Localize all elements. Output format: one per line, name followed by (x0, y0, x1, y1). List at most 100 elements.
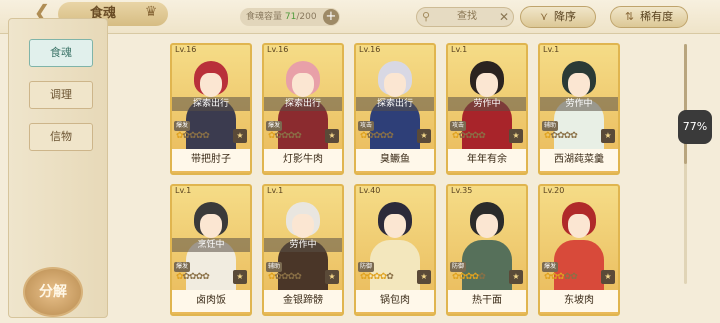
card-level: Lv.40 (359, 186, 381, 195)
card-level: Lv.35 (451, 186, 473, 195)
food-soul-card[interactable]: Lv.16 探索出行 爆发 ✿✿✿✿✿ ★ 灯影牛肉 (262, 43, 344, 175)
zoom-badge: 77% (678, 110, 712, 144)
star-icon: ✿ (294, 131, 301, 141)
star-rating: ✿✿✿✿✿ (544, 272, 578, 284)
card-status: 劳作中 (264, 238, 342, 252)
sort-arrows-icon: ⇅ (624, 10, 635, 23)
card-grid: Lv.16 探索出行 爆发 ✿✿✿✿✿ ★ 带把肘子 Lv.16 探索出行 爆发 ✿✿✿✿✿ ★ 灯影… (112, 34, 712, 323)
crown-icon[interactable]: ♛ (140, 4, 162, 22)
portrait-face (568, 73, 590, 97)
food-soul-card[interactable]: Lv.1 劳作中辅助 ✿✿✿✿✿ ★ 金银蹄髈 (262, 184, 344, 316)
element-badge: 辅助 (266, 262, 282, 272)
card-status: 烹饪中 (172, 238, 250, 252)
food-soul-card[interactable]: Lv.1 烹饪中 爆发 ✿✿✿✿✿ ★ 卤肉饭 (170, 184, 252, 316)
filter-icon: ⋎ (539, 10, 549, 23)
star-icon: ✿ (386, 131, 393, 141)
star-icon: ✿ (478, 272, 485, 282)
rarity-icon: ★ (417, 129, 431, 143)
sort-order-button[interactable]: ⋎ 降序 (520, 6, 596, 28)
star-icon: ✿ (294, 272, 301, 282)
food-soul-card[interactable]: Lv.40 防御 ✿✿✿✿✿ ★ 锅包肉 (354, 184, 436, 316)
portrait-body (370, 240, 420, 292)
tab-tokens[interactable]: 信物 (29, 123, 93, 151)
sort-order-label: 降序 (554, 10, 577, 23)
element-badge: 攻击 (450, 121, 466, 131)
star-rating: ✿✿✿✿✿ (360, 272, 394, 284)
rarity-icon: ★ (233, 129, 247, 143)
rarity-icon: ★ (509, 129, 523, 143)
card-name: 年年有余 (448, 149, 526, 171)
element-badge: 攻击 (358, 121, 374, 131)
card-name: 金银蹄髈 (264, 290, 342, 312)
card-name: 带把肘子 (172, 149, 250, 171)
food-soul-card[interactable]: Lv.16 探索出行 攻击 ✿✿✿✿✿ ★ 臭鳜鱼 (354, 43, 436, 175)
card-status: 劳作中 (448, 97, 526, 111)
card-level: Lv.1 (451, 45, 468, 54)
card-name: 灯影牛肉 (264, 149, 342, 171)
star-icon: ✿ (570, 131, 577, 141)
tab-seasoning[interactable]: 调理 (29, 81, 93, 109)
card-status: 劳作中 (540, 97, 618, 111)
element-badge: 爆发 (174, 121, 190, 131)
card-name: 西湖莼菜羹 (540, 149, 618, 171)
card-name: 臭鳜鱼 (356, 149, 434, 171)
portrait-face (568, 214, 590, 238)
card-level: Lv.16 (175, 45, 197, 54)
star-icon: ✿ (202, 131, 209, 141)
portrait-face (476, 214, 498, 238)
food-soul-card[interactable]: Lv.16 探索出行 爆发 ✿✿✿✿✿ ★ 带把肘子 (170, 43, 252, 175)
sort-rarity-button[interactable]: ⇅ 稀有度 (610, 6, 688, 28)
food-soul-card[interactable]: Lv.1 劳作中 辅助 ✿✿✿✿✿ ★ 西湖莼菜羹 (538, 43, 620, 175)
star-icon: ✿ (478, 131, 485, 141)
star-rating: ✿✿✿✿✿ (360, 131, 394, 143)
food-soul-card[interactable]: Lv.1 劳作中攻击 ✿✿✿✿✿ ★ 年年有余 (446, 43, 528, 175)
portrait-body (462, 240, 512, 292)
card-level: Lv.1 (267, 186, 284, 195)
tab-food-souls[interactable]: 食魂 (29, 39, 93, 67)
portrait-face (200, 214, 222, 238)
decompose-button[interactable]: 分解 (23, 267, 83, 317)
capacity-add-button[interactable]: + (323, 9, 339, 25)
portrait-body (554, 240, 604, 292)
portrait-face (292, 73, 314, 97)
star-rating: ✿✿✿✿✿ (544, 131, 578, 143)
star-rating: ✿✿✿✿✿ (452, 131, 486, 143)
star-icon: ✿ (570, 272, 577, 282)
star-icon: ✿ (202, 272, 209, 282)
element-badge: 爆发 (174, 262, 190, 272)
rarity-icon: ★ (417, 270, 431, 284)
scrollbar-thumb[interactable] (684, 44, 687, 164)
rarity-icon: ★ (325, 270, 339, 284)
element-badge: 防御 (358, 262, 374, 272)
star-rating: ✿✿✿✿✿ (268, 272, 302, 284)
rarity-icon: ★ (601, 129, 615, 143)
sidebar: 食魂 调理 信物 分解 (8, 18, 108, 318)
portrait-face (200, 73, 222, 97)
star-rating: ✿✿✿✿✿ (452, 272, 486, 284)
card-status: 探索出行 (356, 97, 434, 111)
portrait-face (384, 214, 406, 238)
portrait-face (384, 73, 406, 97)
food-soul-card[interactable]: Lv.20 爆发 ✿✿✿✿✿ ★ 东坡肉 (538, 184, 620, 316)
capacity-max: /200 (296, 12, 317, 22)
capacity-label: 食魂容量 (246, 12, 283, 22)
star-rating: ✿✿✿✿✿ (176, 131, 210, 143)
element-badge: 辅助 (542, 121, 558, 131)
search-icon: ⚲ (422, 10, 431, 23)
search-input[interactable]: ⚲ 查找 ✕ (416, 7, 514, 27)
top-bar: ❮ 食魂 ♛ 食魂容量 71/200 + ⚲ 查找 ✕ ⋎ 降序 ⇅ 稀有度 (0, 0, 720, 34)
rarity-icon: ★ (325, 129, 339, 143)
card-level: Lv.1 (175, 186, 192, 195)
star-rating: ✿✿✿✿✿ (268, 131, 302, 143)
rarity-icon: ★ (233, 270, 247, 284)
capacity-display: 食魂容量 71/200 + (240, 8, 340, 26)
scrollbar[interactable] (684, 44, 687, 284)
rarity-icon: ★ (509, 270, 523, 284)
card-name: 热干面 (448, 290, 526, 312)
portrait-face (292, 214, 314, 238)
star-icon: ✿ (386, 272, 393, 282)
element-badge: 爆发 (266, 121, 282, 131)
card-name: 锅包肉 (356, 290, 434, 312)
food-soul-card[interactable]: Lv.35 防御 ✿✿✿✿✿ ★ 热干面 (446, 184, 528, 316)
clear-search-icon[interactable]: ✕ (499, 8, 509, 26)
